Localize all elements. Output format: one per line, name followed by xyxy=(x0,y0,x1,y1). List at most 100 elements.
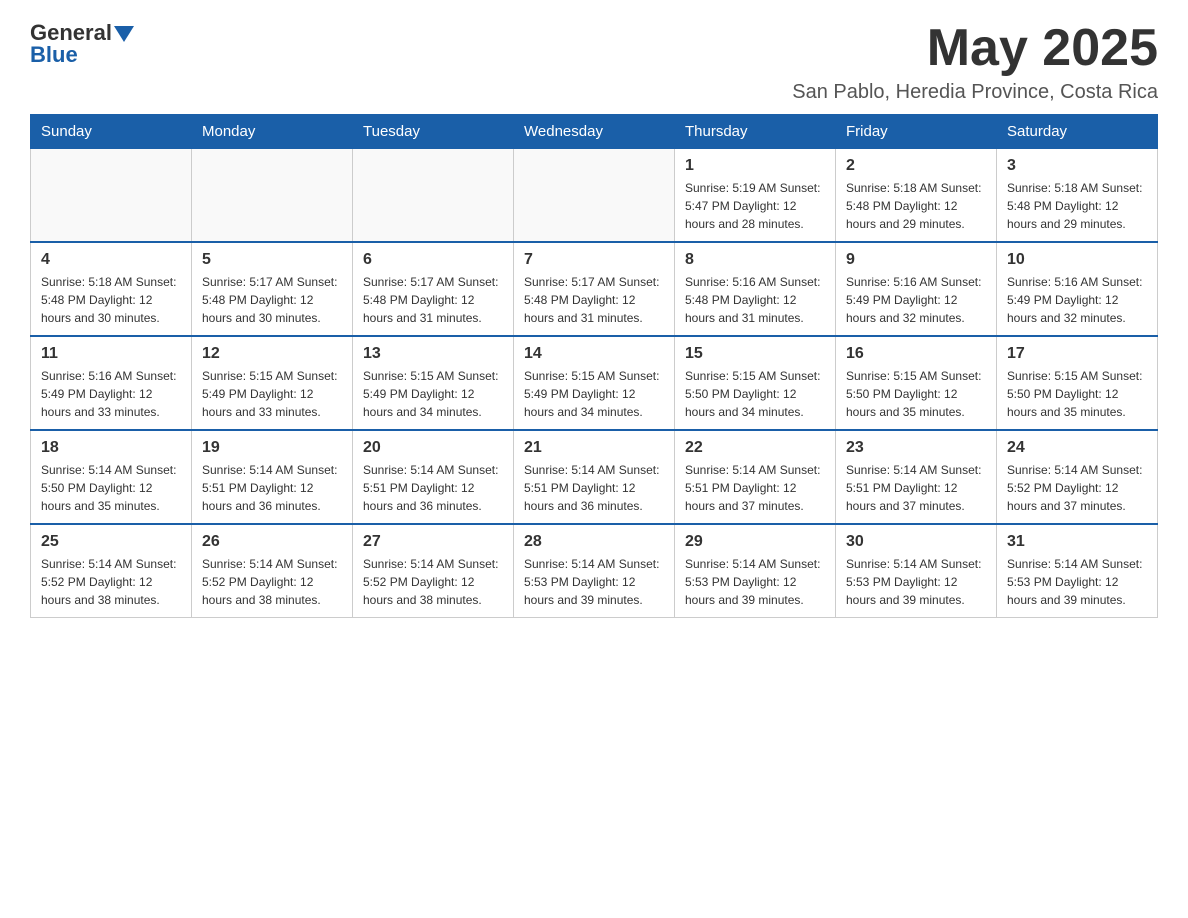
day-number: 22 xyxy=(685,439,825,457)
logo-triangle-icon xyxy=(114,26,134,42)
calendar-cell: 10 Sunrise: 5:16 AM Sunset: 5:49 PM Dayli… xyxy=(997,242,1158,336)
calendar-cell: 11 Sunrise: 5:16 AM Sunset: 5:49 PM Dayli… xyxy=(31,336,192,430)
day-number: 21 xyxy=(524,439,664,457)
day-info: Sunrise: 5:14 AM Sunset: 5:53 PM Dayligh… xyxy=(685,555,825,609)
calendar-cell: 25Sunrise: 5:14 AM Sunset: 5:52 PM Dayli… xyxy=(31,524,192,618)
month-title: May 2025 xyxy=(792,20,1158,77)
calendar-cell: 4Sunrise: 5:18 AM Sunset: 5:48 PM Daylig… xyxy=(31,242,192,336)
day-number: 26 xyxy=(202,533,342,551)
day-info: Sunrise: 5:15 AM Sunset: 5:50 PM Dayligh… xyxy=(1007,367,1147,421)
calendar-cell: 27 Sunrise: 5:14 AM Sunset: 5:52 PM Dayli… xyxy=(353,524,514,618)
day-info: Sunrise: 5:18 AM Sunset: 5:48 PM Dayligh… xyxy=(1007,179,1147,233)
day-number: 9 xyxy=(846,251,986,269)
calendar-week-row: 18 Sunrise: 5:14 AM Sunset: 5:50 PM Dayli… xyxy=(31,430,1158,524)
calendar-cell: 30Sunrise: 5:14 AM Sunset: 5:53 PM Dayli… xyxy=(836,524,997,618)
calendar-cell: 22 Sunrise: 5:14 AM Sunset: 5:51 PM Dayli… xyxy=(675,430,836,524)
day-number: 27 xyxy=(363,533,503,551)
calendar-cell: 31Sunrise: 5:14 AM Sunset: 5:53 PM Dayli… xyxy=(997,524,1158,618)
calendar-cell: 8Sunrise: 5:16 AM Sunset: 5:48 PM Daylig… xyxy=(675,242,836,336)
day-number: 5 xyxy=(202,251,342,269)
day-info: Sunrise: 5:16 AM Sunset: 5:49 PM Dayligh… xyxy=(41,367,181,421)
day-info: Sunrise: 5:14 AM Sunset: 5:51 PM Dayligh… xyxy=(363,461,503,515)
day-number: 13 xyxy=(363,345,503,363)
day-number: 18 xyxy=(41,439,181,457)
calendar-cell: 3Sunrise: 5:18 AM Sunset: 5:48 PM Daylig… xyxy=(997,149,1158,243)
calendar-week-row: 1 Sunrise: 5:19 AM Sunset: 5:47 PM Daylig… xyxy=(31,149,1158,243)
calendar-cell: 29 Sunrise: 5:14 AM Sunset: 5:53 PM Dayli… xyxy=(675,524,836,618)
calendar-cell xyxy=(192,149,353,243)
calendar-cell xyxy=(514,149,675,243)
day-info: Sunrise: 5:17 AM Sunset: 5:48 PM Dayligh… xyxy=(363,273,503,327)
calendar-header-monday: Monday xyxy=(192,115,353,149)
calendar-cell: 1 Sunrise: 5:19 AM Sunset: 5:47 PM Daylig… xyxy=(675,149,836,243)
day-number: 12 xyxy=(202,345,342,363)
calendar-header-tuesday: Tuesday xyxy=(353,115,514,149)
day-info: Sunrise: 5:14 AM Sunset: 5:51 PM Dayligh… xyxy=(846,461,986,515)
calendar-cell: 13 Sunrise: 5:15 AM Sunset: 5:49 PM Dayli… xyxy=(353,336,514,430)
day-number: 6 xyxy=(363,251,503,269)
day-number: 16 xyxy=(846,345,986,363)
calendar-cell: 19Sunrise: 5:14 AM Sunset: 5:51 PM Dayli… xyxy=(192,430,353,524)
day-info: Sunrise: 5:16 AM Sunset: 5:49 PM Dayligh… xyxy=(1007,273,1147,327)
calendar-cell xyxy=(31,149,192,243)
day-info: Sunrise: 5:15 AM Sunset: 5:50 PM Dayligh… xyxy=(846,367,986,421)
calendar-week-row: 4Sunrise: 5:18 AM Sunset: 5:48 PM Daylig… xyxy=(31,242,1158,336)
day-number: 15 xyxy=(685,345,825,363)
calendar-cell: 26 Sunrise: 5:14 AM Sunset: 5:52 PM Dayli… xyxy=(192,524,353,618)
calendar-cell: 17Sunrise: 5:15 AM Sunset: 5:50 PM Dayli… xyxy=(997,336,1158,430)
day-info: Sunrise: 5:14 AM Sunset: 5:51 PM Dayligh… xyxy=(685,461,825,515)
calendar-cell xyxy=(353,149,514,243)
day-number: 7 xyxy=(524,251,664,269)
day-number: 10 xyxy=(1007,251,1147,269)
calendar-header-wednesday: Wednesday xyxy=(514,115,675,149)
day-number: 11 xyxy=(41,345,181,363)
day-number: 20 xyxy=(363,439,503,457)
calendar-cell: 2Sunrise: 5:18 AM Sunset: 5:48 PM Daylig… xyxy=(836,149,997,243)
calendar-cell: 20 Sunrise: 5:14 AM Sunset: 5:51 PM Dayli… xyxy=(353,430,514,524)
day-info: Sunrise: 5:14 AM Sunset: 5:52 PM Dayligh… xyxy=(41,555,181,609)
header: General Blue May 2025 San Pablo, Heredia… xyxy=(30,20,1158,104)
calendar-week-row: 25Sunrise: 5:14 AM Sunset: 5:52 PM Dayli… xyxy=(31,524,1158,618)
day-number: 28 xyxy=(524,533,664,551)
day-info: Sunrise: 5:14 AM Sunset: 5:52 PM Dayligh… xyxy=(1007,461,1147,515)
day-info: Sunrise: 5:15 AM Sunset: 5:49 PM Dayligh… xyxy=(202,367,342,421)
day-info: Sunrise: 5:14 AM Sunset: 5:52 PM Dayligh… xyxy=(363,555,503,609)
title-area: May 2025 San Pablo, Heredia Province, Co… xyxy=(792,20,1158,104)
calendar-cell: 23 Sunrise: 5:14 AM Sunset: 5:51 PM Dayli… xyxy=(836,430,997,524)
calendar-cell: 16 Sunrise: 5:15 AM Sunset: 5:50 PM Dayli… xyxy=(836,336,997,430)
calendar-cell: 24 Sunrise: 5:14 AM Sunset: 5:52 PM Dayli… xyxy=(997,430,1158,524)
calendar-cell: 7Sunrise: 5:17 AM Sunset: 5:48 PM Daylig… xyxy=(514,242,675,336)
calendar-header-saturday: Saturday xyxy=(997,115,1158,149)
day-info: Sunrise: 5:14 AM Sunset: 5:51 PM Dayligh… xyxy=(524,461,664,515)
day-number: 14 xyxy=(524,345,664,363)
logo-blue-text: Blue xyxy=(30,42,78,68)
calendar-cell: 18 Sunrise: 5:14 AM Sunset: 5:50 PM Dayli… xyxy=(31,430,192,524)
calendar-header-row: SundayMondayTuesdayWednesdayThursdayFrid… xyxy=(31,115,1158,149)
calendar-header-friday: Friday xyxy=(836,115,997,149)
calendar-cell: 15Sunrise: 5:15 AM Sunset: 5:50 PM Dayli… xyxy=(675,336,836,430)
calendar-week-row: 11 Sunrise: 5:16 AM Sunset: 5:49 PM Dayli… xyxy=(31,336,1158,430)
day-info: Sunrise: 5:14 AM Sunset: 5:53 PM Dayligh… xyxy=(846,555,986,609)
calendar-header-thursday: Thursday xyxy=(675,115,836,149)
day-info: Sunrise: 5:19 AM Sunset: 5:47 PM Dayligh… xyxy=(685,179,825,233)
day-number: 1 xyxy=(685,157,825,175)
day-number: 24 xyxy=(1007,439,1147,457)
calendar-cell: 28 Sunrise: 5:14 AM Sunset: 5:53 PM Dayli… xyxy=(514,524,675,618)
calendar-header-sunday: Sunday xyxy=(31,115,192,149)
day-info: Sunrise: 5:17 AM Sunset: 5:48 PM Dayligh… xyxy=(202,273,342,327)
calendar-cell: 5 Sunrise: 5:17 AM Sunset: 5:48 PM Daylig… xyxy=(192,242,353,336)
day-number: 23 xyxy=(846,439,986,457)
calendar-table: SundayMondayTuesdayWednesdayThursdayFrid… xyxy=(30,114,1158,618)
calendar-cell: 9 Sunrise: 5:16 AM Sunset: 5:49 PM Daylig… xyxy=(836,242,997,336)
day-number: 31 xyxy=(1007,533,1147,551)
calendar-cell: 12 Sunrise: 5:15 AM Sunset: 5:49 PM Dayli… xyxy=(192,336,353,430)
day-number: 8 xyxy=(685,251,825,269)
day-info: Sunrise: 5:14 AM Sunset: 5:52 PM Dayligh… xyxy=(202,555,342,609)
day-info: Sunrise: 5:15 AM Sunset: 5:49 PM Dayligh… xyxy=(363,367,503,421)
logo: General Blue xyxy=(30,20,134,68)
day-info: Sunrise: 5:14 AM Sunset: 5:50 PM Dayligh… xyxy=(41,461,181,515)
day-number: 29 xyxy=(685,533,825,551)
day-info: Sunrise: 5:16 AM Sunset: 5:49 PM Dayligh… xyxy=(846,273,986,327)
day-info: Sunrise: 5:14 AM Sunset: 5:53 PM Dayligh… xyxy=(524,555,664,609)
day-number: 4 xyxy=(41,251,181,269)
